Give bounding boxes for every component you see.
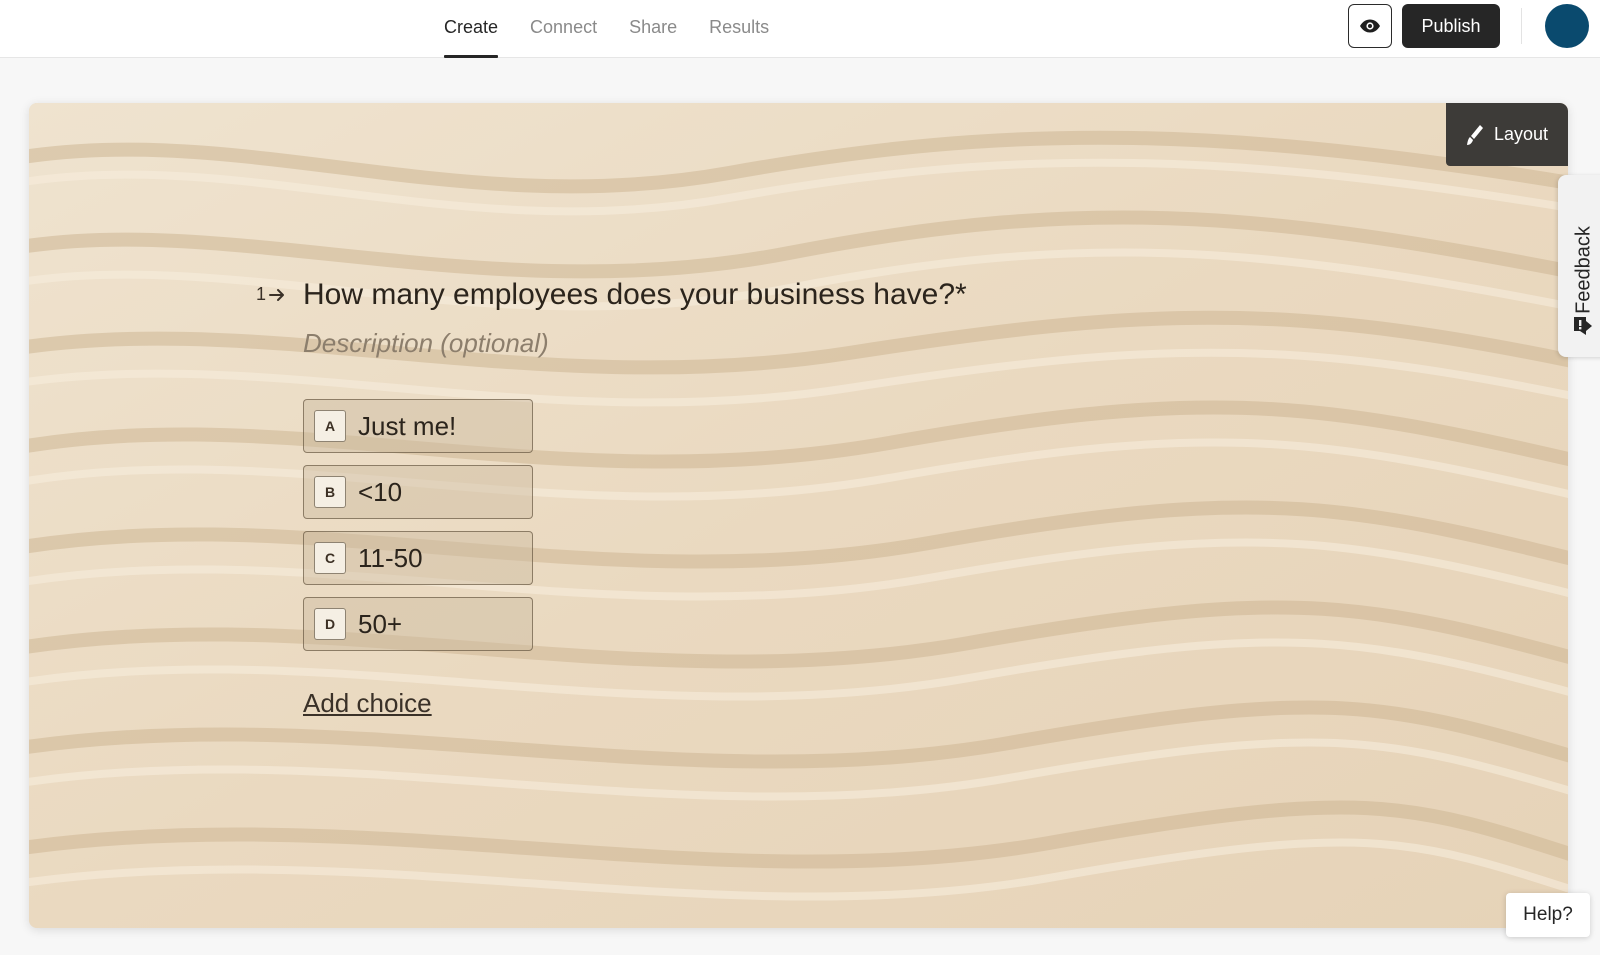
question-number: 1 xyxy=(256,284,286,305)
question-number-text: 1 xyxy=(256,284,267,304)
brush-icon xyxy=(1466,124,1483,145)
layout-button[interactable]: Layout xyxy=(1446,103,1568,166)
choice-label: Just me! xyxy=(358,410,457,441)
choice-key: A xyxy=(314,410,346,442)
choice-label: 50+ xyxy=(358,608,403,639)
eye-icon xyxy=(1360,19,1380,33)
top-navigation-bar: Create Connect Share Results Publish xyxy=(0,0,1600,58)
tab-share[interactable]: Share xyxy=(613,0,693,58)
arrow-right-icon xyxy=(269,288,285,301)
choice-option-b[interactable]: B <10 xyxy=(303,465,533,519)
choice-label: <10 xyxy=(358,476,403,507)
tab-connect[interactable]: Connect xyxy=(514,0,613,58)
sand-background-image xyxy=(29,103,1568,928)
choice-option-c[interactable]: C 11-50 xyxy=(303,531,533,585)
avatar[interactable] xyxy=(1545,4,1589,48)
feedback-icon xyxy=(1574,317,1592,335)
tab-results[interactable]: Results xyxy=(693,0,785,58)
choice-key: D xyxy=(314,608,346,640)
choice-option-d[interactable]: D 50+ xyxy=(303,597,533,651)
feedback-tab[interactable]: Feedback xyxy=(1558,175,1600,357)
tab-create[interactable]: Create xyxy=(428,0,514,58)
question-title[interactable]: How many employees does your business ha… xyxy=(303,278,967,312)
choice-option-a[interactable]: A Just me! xyxy=(303,399,533,453)
choice-key: B xyxy=(314,476,346,508)
form-canvas: Layout 1 How many employees does your bu… xyxy=(29,103,1568,928)
layout-button-label: Layout xyxy=(1493,124,1549,144)
choice-key: C xyxy=(314,542,346,574)
topbar-divider xyxy=(1521,8,1522,44)
preview-button[interactable] xyxy=(1348,4,1392,48)
publish-button[interactable]: Publish xyxy=(1402,4,1500,48)
choice-label: 11-50 xyxy=(358,542,423,573)
choice-list: A Just me! B <10 C 11-50 D 50+ xyxy=(303,399,533,651)
help-button[interactable]: Help? xyxy=(1506,893,1590,937)
add-choice-link[interactable]: Add choice xyxy=(303,688,432,719)
feedback-label: Feedback xyxy=(1572,226,1595,314)
question-description-input[interactable]: Description (optional) xyxy=(303,328,549,359)
main-tabs: Create Connect Share Results xyxy=(428,0,785,58)
